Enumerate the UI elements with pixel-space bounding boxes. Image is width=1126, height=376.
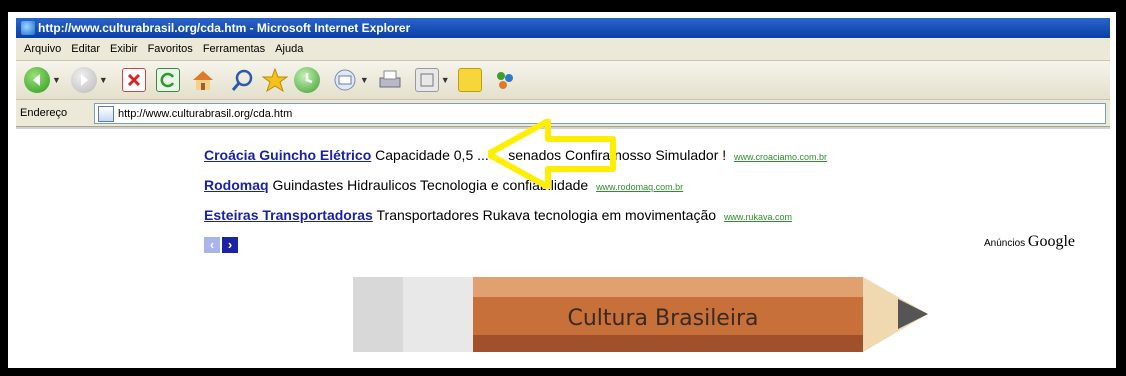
address-url[interactable]: http://www.culturabrasil.org/cda.htm [118, 108, 292, 120]
messenger-icon[interactable] [457, 68, 482, 92]
yellow-arrow-icon [488, 119, 616, 189]
edit-dropdown-icon[interactable]: ▼ [441, 75, 450, 85]
cultura-brasileira-banner: Cultura Brasileira [353, 277, 928, 352]
menu-item-arquivo[interactable]: Arquivo [24, 43, 61, 55]
mail-dropdown-icon[interactable]: ▼ [360, 75, 369, 85]
forward-dropdown-icon[interactable]: ▼ [99, 75, 108, 85]
menu-bar: Arquivo Editar Exibir Favoritos Ferramen… [16, 38, 1110, 61]
ie-logo-icon [21, 21, 35, 35]
page-icon [98, 105, 114, 122]
next-ad-icon[interactable]: › [222, 237, 238, 253]
ad-navigation: ‹ › [204, 237, 240, 253]
ad-url[interactable]: www.rukava.com [724, 212, 792, 222]
ad-item: Esteiras Transportadoras Transportadores… [204, 207, 792, 223]
ad-url[interactable]: www.croaciamo.com.br [734, 152, 827, 162]
ads-label: Anúncios [984, 238, 1026, 249]
toolbar: ▼ ▼ ▼ ▼ [16, 61, 1110, 100]
history-icon[interactable] [293, 67, 320, 93]
banner-text: Cultura Brasileira [568, 306, 759, 331]
forward-icon[interactable] [70, 67, 97, 93]
back-dropdown-icon[interactable]: ▼ [52, 75, 61, 85]
ad-link-croacia[interactable]: Croácia Guincho Elétrico [204, 147, 371, 163]
print-icon[interactable] [377, 68, 403, 92]
address-label: Endereço [20, 107, 68, 119]
prev-ad-icon[interactable]: ‹ [204, 237, 220, 253]
discuss-icon[interactable] [492, 67, 518, 93]
ad-link-esteiras[interactable]: Esteiras Transportadoras [204, 207, 373, 223]
menu-item-exibir[interactable]: Exibir [110, 43, 138, 55]
edit-icon[interactable] [414, 68, 439, 92]
ad-link-rodomaq[interactable]: Rodomaq [204, 177, 269, 193]
screenshot-frame: http://www.culturabrasil.org/cda.htm - M… [8, 12, 1116, 368]
menu-item-favoritos[interactable]: Favoritos [148, 43, 193, 55]
stop-icon[interactable] [121, 68, 146, 92]
ads-by-google[interactable]: Anúncios Google [984, 233, 1075, 251]
title-bar: http://www.culturabrasil.org/cda.htm - M… [16, 18, 1110, 38]
favorites-icon[interactable] [261, 67, 288, 93]
menu-item-ferramentas[interactable]: Ferramentas [203, 43, 265, 55]
search-icon[interactable] [230, 67, 256, 93]
home-icon[interactable] [190, 68, 216, 92]
browser-window: http://www.culturabrasil.org/cda.htm - M… [16, 18, 1110, 368]
mail-icon[interactable] [332, 67, 358, 93]
refresh-icon[interactable] [155, 68, 180, 92]
page-content: Croácia Guincho Elétrico Capacidade 0,5 … [16, 119, 1110, 368]
menu-item-editar[interactable]: Editar [71, 43, 100, 55]
menu-item-ajuda[interactable]: Ajuda [275, 43, 303, 55]
window-title: http://www.culturabrasil.org/cda.htm - M… [38, 21, 411, 35]
ad-text: Transportadores Rukava tecnologia em mov… [376, 207, 717, 223]
google-logo: Google [1027, 233, 1076, 250]
back-icon[interactable] [24, 67, 50, 93]
